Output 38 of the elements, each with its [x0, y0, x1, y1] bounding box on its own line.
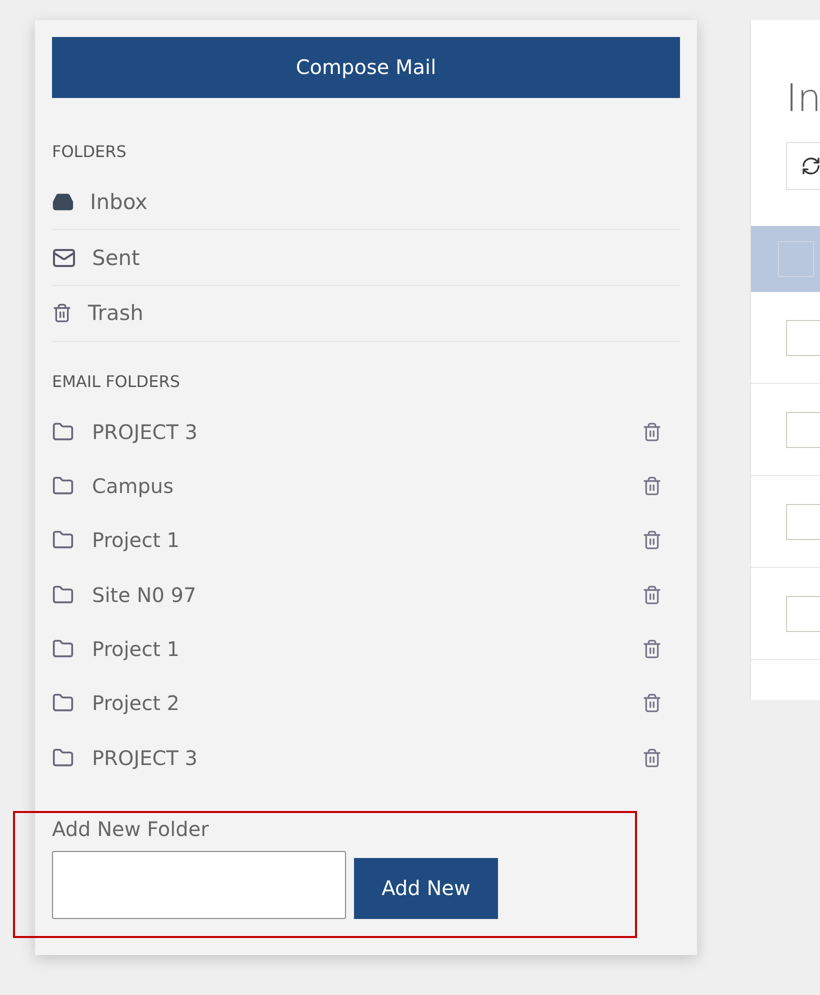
- folder-item[interactable]: PROJECT 3: [52, 730, 680, 785]
- row-checkbox[interactable]: [786, 412, 820, 448]
- folder-item[interactable]: Sent: [52, 230, 680, 286]
- refresh-icon: [801, 156, 820, 176]
- page-title: In: [786, 76, 820, 120]
- folder-name-field[interactable]: [52, 850, 346, 919]
- delete-icon[interactable]: [642, 422, 662, 442]
- delete-icon[interactable]: [642, 639, 662, 659]
- delete-icon[interactable]: [642, 530, 662, 550]
- delete-icon[interactable]: [642, 584, 662, 605]
- folder-item[interactable]: Site N0 97: [52, 568, 680, 622]
- folder-item[interactable]: Inbox: [52, 174, 680, 230]
- folder-item[interactable]: Project 1: [52, 513, 680, 568]
- section-heading: EMAIL FOLDERS: [52, 372, 181, 391]
- folder-icon: [52, 529, 74, 552]
- folder-item[interactable]: Trash: [52, 286, 680, 342]
- delete-icon[interactable]: [642, 748, 662, 768]
- row-checkbox[interactable]: [786, 596, 820, 632]
- folder-item[interactable]: Project 1: [52, 622, 680, 676]
- folder-icon: [52, 584, 74, 606]
- folder-icon: [52, 746, 74, 769]
- section-heading: FOLDERS: [52, 142, 128, 161]
- add-new-button[interactable]: Add New: [354, 858, 498, 919]
- select-all-checkbox[interactable]: [778, 241, 814, 277]
- folder-icon: [52, 420, 74, 443]
- trash-icon: [52, 303, 72, 324]
- folder-icon: [52, 638, 74, 660]
- folder-icon: [52, 475, 74, 498]
- row-checkbox[interactable]: [786, 504, 820, 540]
- row-checkbox[interactable]: [786, 320, 820, 356]
- folder-item[interactable]: PROJECT 3: [52, 404, 680, 459]
- delete-icon[interactable]: [642, 476, 662, 496]
- folder-item[interactable]: Project 2: [52, 676, 680, 730]
- folder-item[interactable]: Campus: [52, 458, 680, 514]
- field-label: Add New Folder: [52, 816, 210, 841]
- compose-button[interactable]: Compose Mail: [52, 37, 680, 98]
- delete-icon[interactable]: [642, 693, 662, 714]
- folder-icon: [52, 692, 74, 714]
